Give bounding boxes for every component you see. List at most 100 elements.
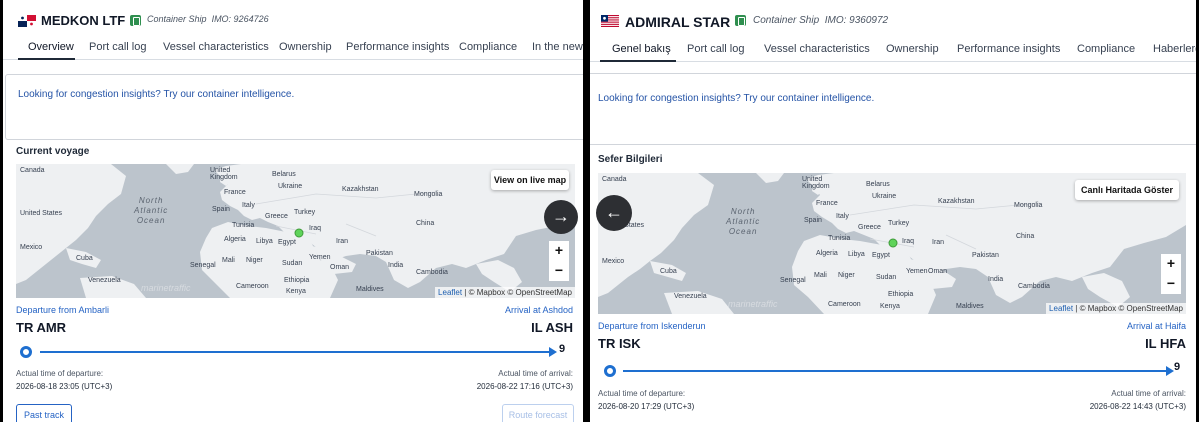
departure-dot-icon [604,365,616,377]
departure-port-label[interactable]: Departure from Iskenderun [598,321,706,331]
tab-port-call-log[interactable]: Port call log [89,41,146,53]
map-label-mali: Mali [814,272,827,279]
zoom-out-button[interactable]: − [1161,274,1181,294]
map-attribution: Leaflet | © Mapbox © OpenStreetMap [435,287,575,298]
map-label-spain: Spain [212,206,230,213]
section-title: Sefer Bilgileri [598,154,663,165]
vessel-name: ADMIRAL STAR [625,14,731,30]
map-label-ethiopia: Ethiopia [284,277,310,284]
tab-overview[interactable]: Overview [28,41,74,53]
tab-compliance[interactable]: Compliance [459,41,517,53]
tab-in-the-news[interactable]: In the news [532,41,583,53]
map-label-mongolia: Mongolia [1014,202,1043,209]
ocean-label: North Atlantic Ocean [134,196,169,225]
tab-performance-insights[interactable]: Performance insights [346,41,449,53]
tab-vessel-characteristics[interactable]: Vessel characteristics [764,43,870,55]
voyage-map[interactable]: North Atlantic Ocean Canada United Kingdom… [16,164,575,298]
map-label-ukraine: Ukraine [278,183,303,190]
map-label-oman: Oman [928,268,948,275]
past-track-button[interactable]: Past track [16,404,72,422]
panama-flag-icon [18,15,36,27]
map-label-egypt: Egypt [872,252,890,259]
route-forecast-button[interactable]: Route forecast [502,404,574,422]
zoom-in-button[interactable]: + [549,241,569,261]
map-label-kenya: Kenya [286,288,306,295]
tab-vessel-characteristics[interactable]: Vessel characteristics [163,41,269,53]
map-label-ethiopia: Ethiopia [888,291,914,298]
arrival-time: 2026-08-22 14:43 (UTC+3) [1089,402,1186,411]
promo-banner[interactable]: Looking for congestion insights? Try our… [590,73,1196,145]
map-label-spain: Spain [804,217,822,224]
ship-position-marker[interactable] [294,228,304,238]
tab-ownership[interactable]: Ownership [886,43,939,55]
section-title: Current voyage [16,146,90,157]
map-label-tunisia: Tunisia [828,235,851,242]
arrival-code: IL HFA [1145,336,1186,351]
departure-time: 2026-08-20 17:29 (UTC+3) [598,402,695,411]
map-label-cuba: Cuba [76,255,93,262]
map-label-mexico: Mexico [602,258,625,265]
map-label-greece: Greece [265,213,288,220]
map-label-greece: Greece [858,224,881,231]
zoom-in-button[interactable]: + [1161,254,1181,274]
map-watermark: marinetraffic [728,299,778,309]
leaflet-link[interactable]: Leaflet [1049,304,1073,313]
voyage-progress-bar [40,351,550,353]
map-label-mongolia: Mongolia [414,191,443,198]
voyage-progress-bar [623,370,1167,372]
tab-genel-bakis[interactable]: Genel bakış [612,43,671,55]
zoom-out-button[interactable]: − [549,261,569,281]
leaflet-link[interactable]: Leaflet [438,288,462,297]
map-label-kazakhstan: Kazakhstan [938,198,975,205]
tab-port-call-log[interactable]: Port call log [687,43,744,55]
map-label-india: India [388,262,404,269]
promo-text[interactable]: Looking for congestion insights? Try our… [18,89,294,100]
map-label-cambodia: Cambodia [1018,283,1050,290]
map-label-belarus: Belarus [272,171,296,178]
map-label-china: China [416,220,435,227]
map-label-pakistan: Pakistan [972,252,999,259]
tab-compliance[interactable]: Compliance [1077,43,1135,55]
arrival-code: IL ASH [531,320,573,335]
tab-haberlerde[interactable]: Haberlerde [1153,43,1196,55]
map-label-pakistan: Pakistan [366,250,393,257]
ship-position-marker[interactable] [888,238,898,248]
promo-text[interactable]: Looking for congestion insights? Try our… [598,93,874,104]
promo-banner[interactable]: Looking for congestion insights? Try our… [5,74,583,140]
canli-haritada-goster-button[interactable]: Canlı Haritada Göster [1075,180,1179,200]
map-label-mali: Mali [222,257,235,264]
arrival-port-label[interactable]: Arrival at Haifa [1127,321,1186,331]
map-label-tunisia: Tunisia [232,222,255,229]
vessel-header: ADMIRAL STAR Container Ship IMO: 9360972… [590,0,1196,62]
arrow-left-icon[interactable]: ← [596,195,632,231]
arrival-time: 2026-08-22 17:16 (UTC+3) [476,382,573,391]
map-label-mexico: Mexico [20,244,43,251]
vessel-header: MEDKON LTF Container Ship IMO: 9264726 O… [3,0,583,60]
departure-time: 2026-08-18 23:05 (UTC+3) [16,382,113,391]
map-label-iraq: Iraq [309,225,322,232]
view-on-live-map-button[interactable]: View on live map [491,170,569,190]
container-ship-icon [130,15,141,26]
map-label-cambodia: Cambodia [416,269,448,276]
tab-performance-insights[interactable]: Performance insights [957,43,1060,55]
map-label-iraq: Iraq [902,238,915,245]
map-label-france: France [224,189,246,196]
vessel-panel-left: MEDKON LTF Container Ship IMO: 9264726 O… [3,0,583,422]
map-label-cameroon: Cameroon [236,283,269,290]
tab-ownership[interactable]: Ownership [279,41,332,53]
imo-number: IMO: 9360972 [824,15,889,26]
active-tab-indicator [18,58,75,60]
map-label-senegal: Senegal [780,277,806,284]
arrow-head-icon [1166,366,1174,376]
departure-port-label[interactable]: Departure from Ambarli [16,305,109,315]
map-label-venezuela: Venezuela [88,277,121,284]
ocean-label: North Atlantic Ocean [726,207,761,236]
map-label-belarus: Belarus [866,181,890,188]
arrow-right-icon[interactable]: → [544,200,578,234]
arrival-port-label[interactable]: Arrival at Ashdod [505,305,573,315]
map-label-cuba: Cuba [660,268,677,275]
container-ship-icon [735,15,746,26]
map-label-iran: Iran [336,238,349,245]
voyage-map[interactable]: North Atlantic Ocean Canada United Kingdom… [598,173,1186,314]
map-label-niger: Niger [838,272,855,279]
